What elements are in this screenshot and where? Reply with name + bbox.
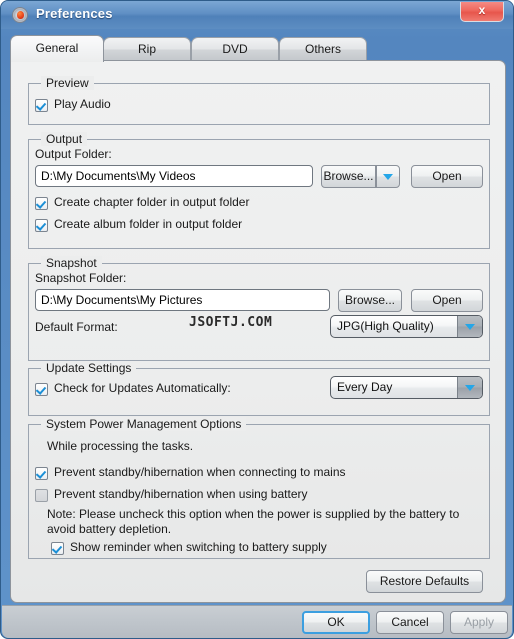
window-title: Preferences	[36, 6, 113, 21]
default-format-label: Default Format:	[35, 320, 118, 334]
update-frequency-value: Every Day	[337, 380, 393, 394]
power-management-group-title: System Power Management Options	[41, 417, 247, 431]
update-frequency-combo[interactable]: Every Day	[330, 376, 483, 399]
battery-note-text: Note: Please uncheck this option when th…	[47, 507, 460, 536]
default-format-combo[interactable]: JPG(High Quality)	[330, 315, 483, 338]
disc-icon	[12, 7, 28, 23]
apply-button[interactable]: Apply	[450, 611, 508, 634]
check-updates-checkbox[interactable]	[35, 383, 48, 396]
tab-dvd[interactable]: DVD	[191, 37, 279, 61]
close-button[interactable]: x	[460, 2, 504, 22]
chevron-down-icon	[465, 384, 475, 391]
preview-group-title: Preview	[41, 76, 94, 90]
output-browse-button[interactable]: Browse...	[321, 165, 376, 188]
tab-general[interactable]: General	[10, 35, 104, 62]
create-album-folder-label: Create album folder in output folder	[54, 217, 243, 231]
play-audio-checkbox[interactable]	[35, 99, 48, 112]
dialog-footer: OK Cancel Apply	[2, 605, 512, 638]
play-audio-label: Play Audio	[54, 97, 111, 111]
create-chapter-folder-checkbox[interactable]	[35, 197, 48, 210]
watermark-text: JSOFTJ.COM	[189, 315, 273, 330]
prevent-standby-mains-label: Prevent standby/hibernation when connect…	[54, 465, 346, 479]
title-bar: Preferences x	[1, 1, 513, 29]
create-chapter-folder-label: Create chapter folder in output folder	[54, 195, 250, 209]
output-folder-label: Output Folder:	[35, 147, 112, 161]
close-icon: x	[478, 3, 486, 17]
snapshot-browse-button[interactable]: Browse...	[338, 289, 402, 312]
prevent-standby-battery-label: Prevent standby/hibernation when using b…	[54, 487, 308, 501]
snapshot-group-title: Snapshot	[41, 256, 102, 270]
restore-defaults-button[interactable]: Restore Defaults	[366, 570, 483, 593]
show-reminder-checkbox[interactable]	[51, 542, 64, 555]
general-tab-panel: Preview Play Audio Output Output Folder:…	[10, 60, 506, 603]
snapshot-open-button[interactable]: Open	[411, 289, 483, 312]
output-folder-input[interactable]	[35, 165, 313, 187]
output-group-title: Output	[41, 132, 88, 146]
chevron-down-icon	[465, 323, 475, 330]
chevron-down-icon	[383, 173, 393, 180]
snapshot-folder-label: Snapshot Folder:	[35, 271, 127, 285]
prevent-standby-mains-checkbox[interactable]	[35, 467, 48, 480]
snapshot-folder-input[interactable]	[35, 289, 330, 311]
output-browse-dropdown-button[interactable]	[376, 165, 400, 188]
ok-button[interactable]: OK	[302, 611, 370, 634]
update-frequency-combo-button[interactable]	[457, 377, 482, 398]
preferences-window: Preferences x General Rip DVD Others Pre…	[0, 0, 514, 639]
default-format-combo-button[interactable]	[457, 316, 482, 337]
tab-strip: General Rip DVD Others	[10, 35, 506, 62]
default-format-value: JPG(High Quality)	[337, 319, 434, 333]
output-open-button[interactable]: Open	[411, 165, 483, 188]
check-updates-label: Check for Updates Automatically:	[54, 381, 231, 395]
prevent-standby-battery-checkbox[interactable]	[35, 489, 48, 502]
cancel-button[interactable]: Cancel	[376, 611, 444, 634]
tab-rip[interactable]: Rip	[103, 37, 191, 61]
update-settings-group-title: Update Settings	[41, 361, 137, 375]
power-intro-text: While processing the tasks.	[47, 439, 194, 453]
show-reminder-label: Show reminder when switching to battery …	[70, 540, 327, 554]
create-album-folder-checkbox[interactable]	[35, 219, 48, 232]
tab-others[interactable]: Others	[279, 37, 367, 61]
